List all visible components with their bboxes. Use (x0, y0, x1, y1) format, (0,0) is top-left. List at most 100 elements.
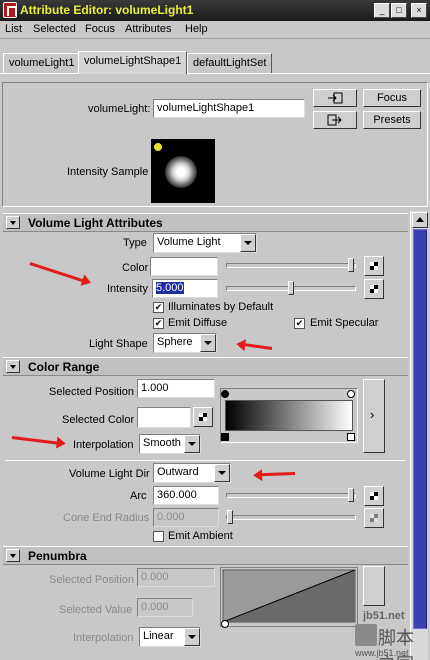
type-value: Volume Light (157, 236, 221, 248)
penumbra-handle[interactable] (221, 620, 229, 628)
interpolation-label: Interpolation (73, 439, 134, 451)
penumbra-curve (222, 569, 356, 623)
menu-attributes[interactable]: Attributes (125, 23, 171, 35)
arc-map-button[interactable] (364, 486, 384, 506)
checker-icon (199, 413, 207, 421)
color-map-button[interactable] (364, 256, 384, 276)
tab-divider (0, 73, 430, 74)
color-slider-thumb[interactable] (348, 258, 354, 272)
penumbra-section-header[interactable]: Penumbra (3, 546, 408, 565)
expand-penumbra-button[interactable] (363, 566, 385, 606)
ramp-delete-start[interactable] (221, 433, 229, 441)
section-title: Color Range (28, 360, 100, 374)
chevron-down-icon (200, 334, 216, 352)
intensity-map-button[interactable] (364, 279, 384, 299)
color-ramp[interactable] (225, 400, 353, 431)
light-shape-label: Light Shape (89, 338, 148, 350)
selected-color-map-button[interactable] (193, 407, 213, 427)
light-shape-dropdown[interactable]: Sphere (153, 333, 217, 353)
intensity-slider-thumb[interactable] (288, 281, 294, 295)
collapse-arrow-icon[interactable] (6, 216, 20, 229)
node-name-field[interactable]: volumeLightShape1 (153, 99, 305, 118)
focus-button[interactable]: Focus (363, 89, 421, 107)
light-sun-icon (153, 142, 163, 152)
expand-ramp-button[interactable]: › (363, 379, 385, 453)
scroll-up-arrow-icon[interactable] (412, 212, 428, 228)
emit-diffuse-label: Emit Diffuse (168, 317, 228, 329)
title-bar: Attribute Editor: volumeLight1 _ □ × (0, 0, 430, 21)
collapse-arrow-icon[interactable] (6, 549, 20, 562)
tab-row: volumeLight1 volumeLightShape1 defaultLi… (0, 40, 430, 74)
type-dropdown[interactable]: Volume Light (153, 233, 257, 253)
tab-volumelightshape1[interactable]: volumeLightShape1 (78, 51, 188, 74)
watermark-url: jb51.net (363, 610, 405, 622)
selected-position-field[interactable]: 1.000 (137, 379, 215, 398)
checker-icon (370, 514, 378, 522)
arc-slider[interactable] (226, 493, 356, 498)
selected-position-label: Selected Position (49, 386, 134, 398)
menu-list[interactable]: List (5, 23, 22, 35)
chevron-down-icon (214, 464, 230, 482)
select-input-button[interactable] (313, 89, 357, 107)
selected-color-label: Selected Color (62, 414, 135, 426)
menu-selected[interactable]: Selected (33, 23, 76, 35)
watermark-logo-icon (355, 624, 377, 646)
volume-light-dir-dropdown[interactable]: Outward (153, 463, 231, 483)
intensity-value: 5.000 (156, 282, 184, 294)
chevron-down-icon (184, 628, 200, 646)
ramp-handle-start[interactable] (221, 390, 229, 398)
presets-button[interactable]: Presets (363, 111, 421, 129)
select-output-button[interactable] (313, 111, 357, 129)
cone-end-radius-field[interactable]: 0.000 (153, 508, 219, 527)
emit-ambient-checkbox[interactable] (153, 531, 164, 542)
emit-specular-checkbox[interactable] (294, 318, 305, 329)
collapse-arrow-icon[interactable] (6, 360, 20, 373)
light-glow-preview (165, 156, 197, 188)
emit-specular-label: Emit Specular (310, 317, 379, 329)
maximize-button[interactable]: □ (391, 3, 407, 18)
emit-ambient-label: Emit Ambient (168, 530, 233, 542)
volume-light-section-header[interactable]: Volume Light Attributes (3, 213, 408, 232)
penumbra-graph[interactable] (220, 567, 358, 627)
penumbra-selected-position-label: Selected Position (49, 574, 134, 586)
cone-end-radius-slider[interactable] (226, 515, 356, 520)
illuminates-by-default-checkbox[interactable] (153, 302, 164, 313)
penumbra-interpolation-dropdown[interactable]: Linear (139, 627, 201, 647)
selected-color-swatch[interactable] (137, 407, 191, 428)
emit-diffuse-checkbox[interactable] (153, 318, 164, 329)
color-swatch[interactable] (150, 257, 218, 276)
illuminates-by-default-label: Illuminates by Default (168, 301, 274, 313)
close-button[interactable]: × (411, 3, 427, 18)
color-slider[interactable] (226, 263, 356, 268)
tab-defaultlightset[interactable]: defaultLightSet (187, 53, 273, 73)
vertical-scrollbar[interactable] (410, 211, 428, 660)
volume-light-dir-label: Volume Light Dir (69, 468, 150, 480)
ramp-delete-end[interactable] (347, 433, 355, 441)
penumbra-selected-value-field[interactable]: 0.000 (137, 598, 193, 617)
menu-help[interactable]: Help (185, 23, 208, 35)
cone-end-radius-map-button[interactable] (364, 508, 384, 528)
penumbra-selected-position-field[interactable]: 0.000 (137, 568, 215, 587)
interpolation-dropdown[interactable]: Smooth (139, 434, 201, 454)
penumbra-interpolation-value: Linear (143, 630, 174, 642)
menu-focus[interactable]: Focus (85, 23, 115, 35)
node-name-label: volumeLight: (88, 103, 151, 115)
arc-field[interactable]: 360.000 (153, 486, 219, 505)
ramp-handle-end[interactable] (347, 390, 355, 398)
watermark-sub: www.jb51.net (355, 648, 409, 658)
minimize-button[interactable]: _ (374, 3, 390, 18)
penumbra-interpolation-label: Interpolation (73, 632, 134, 644)
penumbra-selected-value-label: Selected Value (59, 604, 133, 616)
scrollbar-thumb[interactable] (413, 229, 427, 629)
arc-label: Arc (130, 490, 147, 502)
tab-volumelight1[interactable]: volumeLight1 (3, 53, 81, 73)
intensity-field[interactable]: 5.000 (152, 279, 218, 298)
section-title: Volume Light Attributes (28, 216, 163, 230)
type-label: Type (123, 237, 147, 249)
arc-slider-thumb[interactable] (348, 488, 354, 502)
color-range-section-header[interactable]: Color Range (3, 357, 408, 376)
expand-arrow-icon: › (370, 407, 375, 422)
volume-light-dir-value: Outward (157, 466, 199, 478)
cone-end-radius-slider-thumb[interactable] (227, 510, 233, 524)
site-watermark: jb51.net 脚本之家 www.jb51.net (355, 608, 430, 660)
